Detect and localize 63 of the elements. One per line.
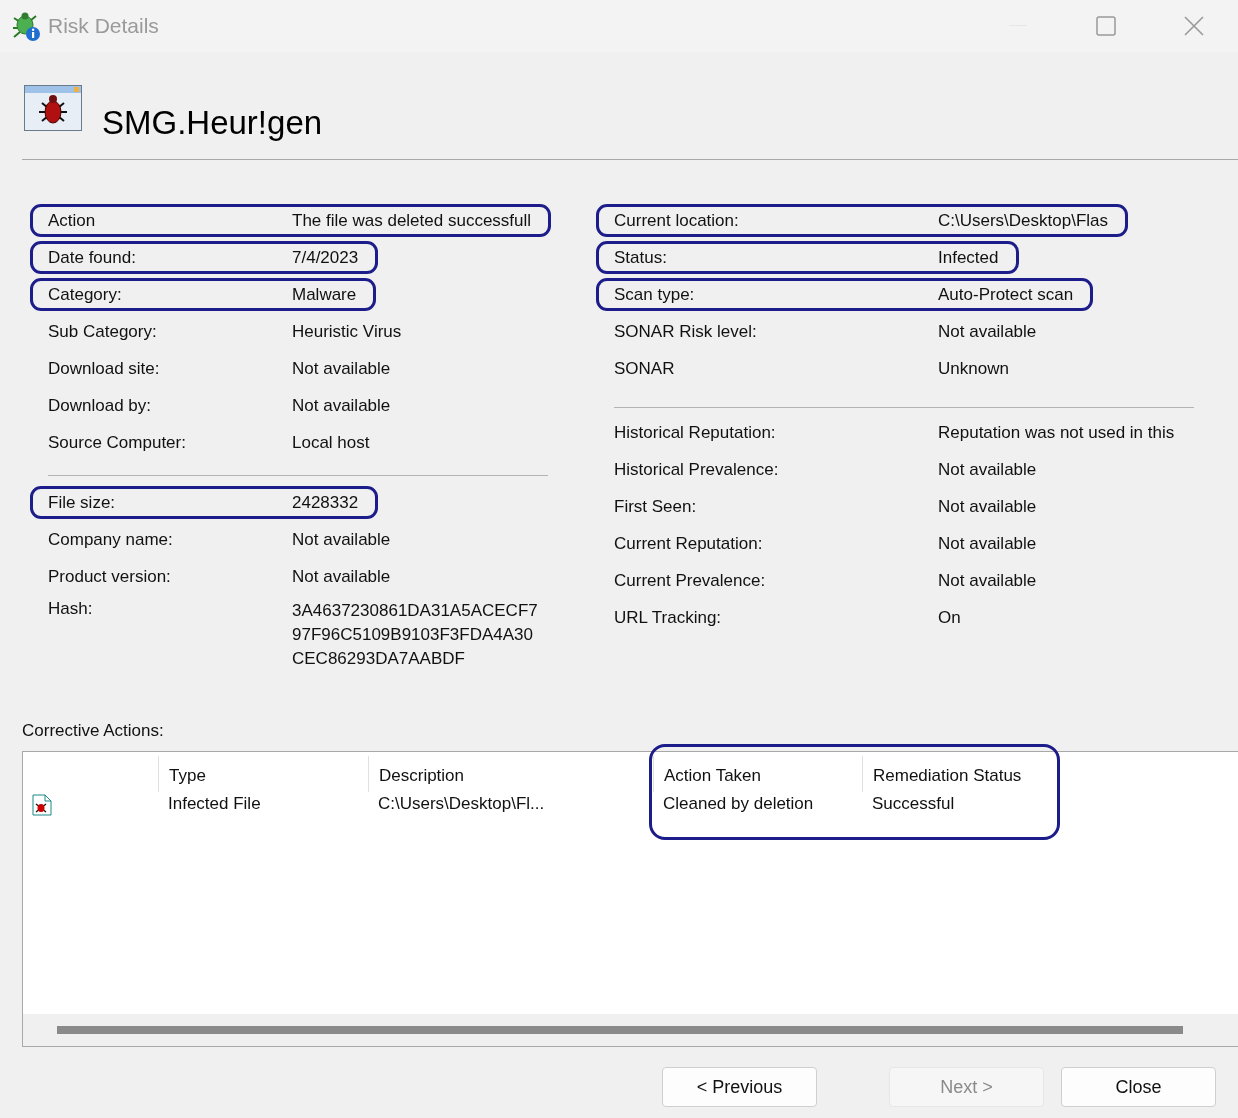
table-cell-text: Cleaned by deletion <box>662 793 815 815</box>
field-label: Action <box>48 210 97 231</box>
field-value: Malware <box>292 283 357 306</box>
scrollbar-thumb[interactable] <box>57 1026 1183 1034</box>
field-label: Source Computer: <box>48 432 187 453</box>
field-label: File size: <box>48 492 117 513</box>
field-label: Date found: <box>48 247 137 268</box>
field-value: Not available <box>938 320 1037 343</box>
field-value: Reputation was not used in this <box>938 421 1175 444</box>
field-value: Local host <box>292 431 370 454</box>
table-cell-text: C:\Users\Desktop\Fl... <box>377 793 546 815</box>
field-value: Not available <box>292 528 391 551</box>
field-value: Not available <box>938 532 1037 555</box>
field-label: Sub Category: <box>48 321 158 342</box>
field-value: Not available <box>292 565 391 588</box>
field-label: Historical Prevalence: <box>614 459 780 480</box>
field-label: SONAR <box>614 358 676 379</box>
dialog-button[interactable]: Close <box>1061 1067 1216 1107</box>
section-label: Corrective Actions: <box>22 721 164 741</box>
field-value: Not available <box>938 458 1037 481</box>
field-value: Not available <box>292 357 391 380</box>
field-value: Heuristic Virus <box>292 320 402 343</box>
field-label: Current Reputation: <box>614 533 764 554</box>
field-value: Infected <box>938 246 999 269</box>
field-value: 3A4637230861DA31A5ACECF7 97F96C5109B9103F3FDA4A30 CEC86293DA7AABDF <box>292 600 538 670</box>
column-header[interactable]: Description <box>368 756 653 792</box>
field-label: Product version: <box>48 566 172 587</box>
field-label: SONAR Risk level: <box>614 321 758 342</box>
table-cell-text: Infected File <box>167 793 262 815</box>
column-header[interactable]: Action Taken <box>653 756 862 792</box>
field-label: Hash: <box>48 598 94 619</box>
field-value: Not available <box>938 569 1037 592</box>
maximize-icon[interactable] <box>1096 16 1116 36</box>
field-label: Company name: <box>48 529 174 550</box>
field-value: Not available <box>292 394 391 417</box>
bug-window-icon <box>24 85 82 131</box>
field-value: Auto-Protect scan <box>938 283 1074 306</box>
threat-name: SMG.Heur!gen <box>102 104 323 142</box>
field-value: 7/4/2023 <box>292 246 359 269</box>
field-value: 2428332 <box>292 491 359 514</box>
field-label: Scan type: <box>614 284 696 305</box>
window-title: Risk Details <box>48 14 160 38</box>
column-header[interactable]: Remediation Status <box>862 756 1060 792</box>
field-label: Download by: <box>48 395 152 416</box>
field-label: Current location: <box>614 210 740 231</box>
field-value: Not available <box>938 495 1037 518</box>
field-label: Current Prevalence: <box>614 570 767 591</box>
field-value: C:\Users\Desktop\Flas <box>938 209 1109 232</box>
field-label: Download site: <box>48 358 161 379</box>
column-header[interactable]: Type <box>158 756 368 792</box>
dialog-button[interactable]: < Previous <box>662 1067 817 1107</box>
infected-file-icon <box>32 793 52 816</box>
close-icon[interactable] <box>1184 16 1204 36</box>
field-label: URL Tracking: <box>614 607 723 628</box>
field-label: First Seen: <box>614 496 698 517</box>
table-cell-text: Successful <box>871 793 956 815</box>
field-label: Historical Reputation: <box>614 422 777 443</box>
field-value: On <box>938 606 961 629</box>
field-label: Status: <box>614 247 668 268</box>
field-label: Category: <box>48 284 123 305</box>
app-icon <box>10 10 42 42</box>
field-value: The file was deleted successfull <box>292 209 532 232</box>
field-value: Unknown <box>938 357 1009 380</box>
